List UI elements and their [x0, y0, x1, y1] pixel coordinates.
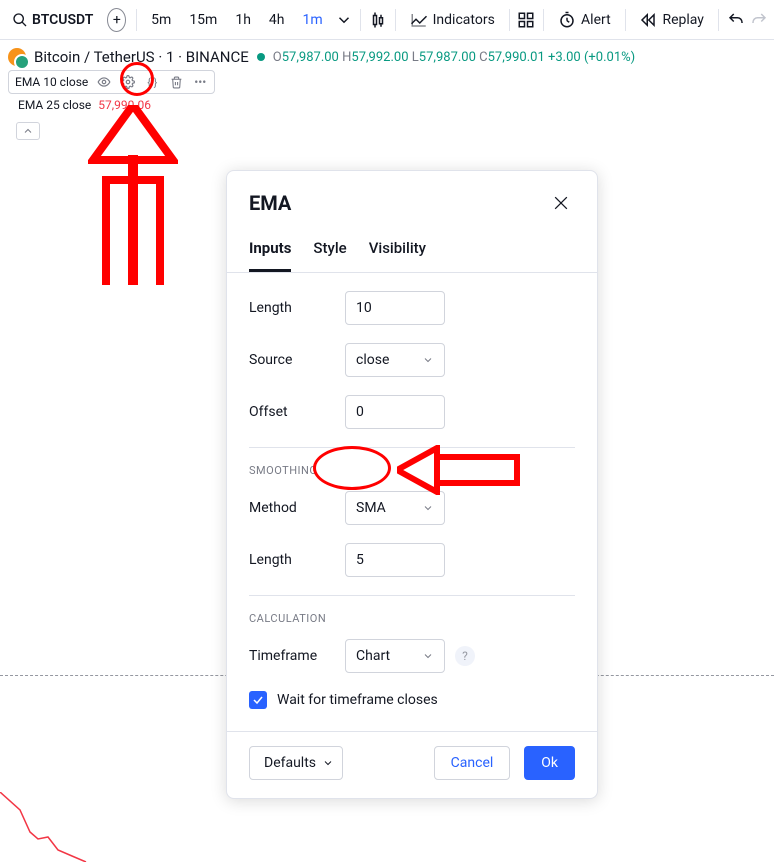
undo-button[interactable]: [725, 6, 747, 34]
tab-inputs[interactable]: Inputs: [249, 229, 291, 272]
legend-ema25[interactable]: EMA 25 close 57,990.06: [8, 94, 766, 116]
legend-value: 57,990.06: [98, 98, 151, 112]
smoothing-section-label: SMOOTHING: [249, 464, 575, 477]
interval-15m[interactable]: 15m: [181, 8, 225, 32]
interval-1h[interactable]: 1h: [227, 8, 259, 32]
grid-icon[interactable]: [516, 6, 538, 34]
wait-checkbox[interactable]: [249, 691, 267, 709]
alert-button[interactable]: Alert: [550, 7, 619, 33]
delete-icon[interactable]: [165, 72, 187, 92]
symbol-info-row: Bitcoin / TetherUS · 1 · BINANCE O57,987…: [0, 40, 774, 68]
method-select[interactable]: SMA: [345, 491, 445, 525]
replay-icon: [639, 11, 657, 29]
more-icon[interactable]: •••: [189, 72, 211, 92]
price-line-icon: [0, 792, 90, 862]
smoothing-length-label: Length: [249, 552, 345, 568]
timeframe-label: Timeframe: [249, 648, 345, 664]
tab-style[interactable]: Style: [313, 229, 346, 272]
defaults-button[interactable]: Defaults: [249, 746, 343, 780]
symbol-label: BTCUSDT: [32, 12, 93, 28]
indicators-button[interactable]: Indicators: [402, 7, 503, 33]
source-label: Source: [249, 352, 345, 368]
smoothing-length-input[interactable]: [345, 543, 445, 577]
chevron-down-icon: [322, 757, 334, 769]
cancel-button[interactable]: Cancel: [434, 746, 511, 780]
interval-5m[interactable]: 5m: [143, 8, 179, 32]
calculation-section-label: CALCULATION: [249, 612, 575, 625]
help-icon[interactable]: ?: [455, 646, 475, 666]
method-label: Method: [249, 500, 345, 516]
legend-ema10[interactable]: EMA 10 close { } •••: [8, 70, 215, 94]
chevron-down-icon: [422, 650, 434, 662]
source-code-icon[interactable]: { }: [141, 72, 163, 92]
collapse-legend-button[interactable]: [16, 122, 40, 140]
chevron-up-icon: [22, 125, 34, 137]
interval-4h[interactable]: 4h: [261, 8, 293, 32]
interval-chevron-icon[interactable]: [333, 6, 355, 34]
redo-button[interactable]: [748, 6, 770, 34]
legend-label: EMA 10 close: [12, 75, 91, 89]
symbol-title: Bitcoin / TetherUS · 1 · BINANCE: [34, 48, 249, 66]
top-toolbar: BTCUSDT + 5m 15m 1h 4h 1m Indicators Ale…: [0, 0, 774, 40]
source-select[interactable]: close: [345, 343, 445, 377]
dialog-title: EMA: [249, 191, 291, 215]
ema-settings-dialog: EMA Inputs Style Visibility Length Sourc…: [226, 170, 598, 799]
search-icon: [12, 12, 28, 28]
status-dot-icon: [257, 53, 265, 61]
length-input[interactable]: [345, 291, 445, 325]
candle-type-icon[interactable]: [367, 6, 389, 34]
timeframe-select[interactable]: Chart: [345, 639, 445, 673]
dialog-tabs: Inputs Style Visibility: [227, 229, 597, 273]
chevron-down-icon: [422, 354, 434, 366]
legend-area: EMA 10 close { } ••• EMA 25 close 57,990…: [0, 68, 774, 148]
offset-label: Offset: [249, 404, 345, 420]
add-symbol-button[interactable]: +: [107, 8, 126, 32]
wait-label: Wait for timeframe closes: [277, 692, 438, 708]
indicators-icon: [410, 11, 428, 29]
symbol-search[interactable]: BTCUSDT: [4, 8, 101, 32]
offset-input[interactable]: [345, 395, 445, 429]
close-icon: [551, 193, 571, 213]
interval-1m[interactable]: 1m: [295, 8, 331, 32]
chevron-down-icon: [422, 502, 434, 514]
ok-button[interactable]: Ok: [524, 746, 575, 780]
replay-button[interactable]: Replay: [631, 7, 711, 33]
close-button[interactable]: [547, 189, 575, 217]
ohlc-values: O57,987.00 H57,992.00 L57,987.00 C57,990…: [273, 50, 635, 65]
settings-icon[interactable]: [117, 72, 139, 92]
coin-icon: [8, 48, 26, 66]
tab-visibility[interactable]: Visibility: [369, 229, 426, 272]
visibility-icon[interactable]: [93, 72, 115, 92]
check-icon: [252, 694, 264, 706]
alert-icon: [558, 11, 576, 29]
length-label: Length: [249, 300, 345, 316]
